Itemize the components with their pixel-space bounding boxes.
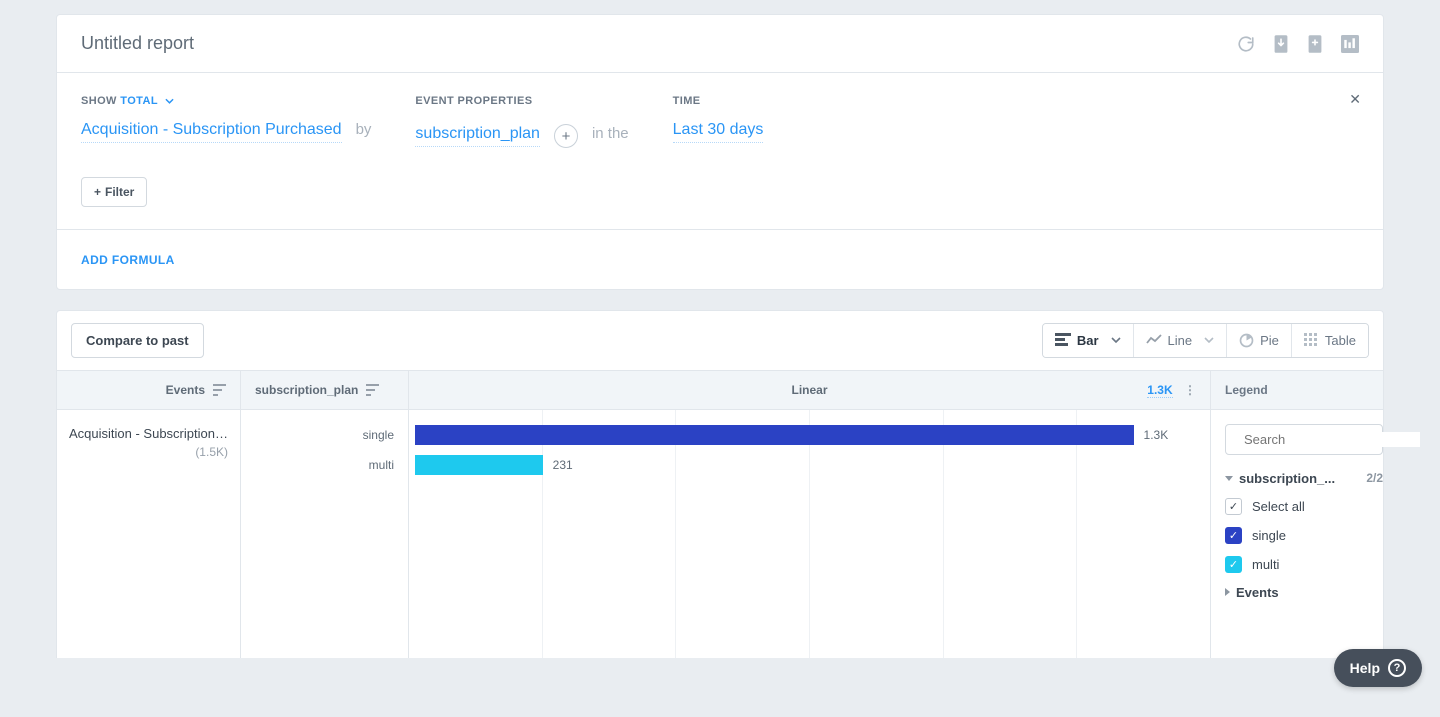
chevron-down-icon [165,98,174,104]
th-events-label: Events [166,383,205,397]
sort-icon [366,384,379,396]
time-token[interactable]: Last 30 days [673,121,764,143]
view-bar-button[interactable]: Bar [1043,324,1133,357]
property-column: single multi [241,410,409,658]
scale-max-link[interactable]: 1.3K [1147,383,1172,398]
by-word: by [356,121,372,138]
chart-bar-row[interactable]: 1.3K [415,420,1196,450]
bar-icon [1055,333,1071,347]
help-icon: ? [1388,659,1406,677]
property-token[interactable]: subscription_plan [415,125,540,147]
legend-item-label: single [1252,528,1286,543]
show-label-value: TOTAL [120,95,157,107]
th-property-label: subscription_plan [255,383,358,397]
view-line-label: Line [1168,333,1193,348]
chart-bar-value: 231 [553,458,573,472]
inthe-word: in the [592,125,629,142]
view-line-button[interactable]: Line [1133,324,1227,357]
chart-category-label: multi [241,450,394,480]
time-label: TIME [673,95,764,107]
formula-row: ADD FORMULA [57,229,1383,289]
chart-bar [415,425,1134,445]
kebab-icon[interactable]: ⋮ [1184,383,1196,397]
legend-select-all[interactable]: ✓ Select all [1225,498,1383,515]
legend-group-count: 2/2 [1366,471,1383,485]
th-linear: Linear 1.3K ⋮ [409,371,1211,409]
th-events[interactable]: Events [57,371,241,409]
legend-group-name: subscription_... [1239,471,1360,486]
legend-item-label: multi [1252,557,1279,572]
th-property[interactable]: subscription_plan [241,371,409,409]
checkbox-checked-icon: ✓ [1225,556,1242,573]
event-properties-label: EVENT PROPERTIES [415,95,628,107]
download-icon[interactable] [1273,35,1289,53]
svg-text:+: + [1357,46,1359,53]
chart-bar-row[interactable]: 231 [415,450,1196,480]
refresh-icon[interactable] [1237,35,1255,53]
sort-icon [213,384,226,396]
line-icon [1146,334,1162,346]
legend-search[interactable] [1225,424,1383,455]
dashboard-add-icon[interactable]: + [1341,35,1359,53]
report-title[interactable]: Untitled report [81,33,194,54]
chart-category-label: single [241,420,394,450]
legend-events-group[interactable]: Events [1225,585,1383,600]
event-token[interactable]: Acquisition - Subscription Purchased [81,121,342,143]
legend-search-input[interactable] [1244,432,1420,447]
bookmark-add-icon[interactable] [1307,35,1323,53]
legend-item[interactable]: ✓ single [1225,527,1383,544]
query-builder: ✕ SHOW TOTAL Acquisition - Subscription … [57,73,1383,147]
add-filter-button[interactable]: + Filter [81,177,147,207]
legend-events-group-label: Events [1236,585,1279,600]
view-pie-label: Pie [1260,333,1279,348]
chevron-down-icon [1111,337,1121,343]
show-column: SHOW TOTAL Acquisition - Subscription Pu… [81,95,371,143]
view-table-button[interactable]: Table [1291,324,1368,357]
triangle-down-icon [1225,476,1233,481]
triangle-right-icon [1225,588,1230,596]
add-property-button[interactable]: + [554,124,578,148]
filter-button-label: Filter [105,185,134,199]
show-label-prefix: SHOW [81,95,117,107]
checkbox-checked-icon: ✓ [1225,527,1242,544]
pie-icon [1239,333,1254,348]
chart-bar-value: 1.3K [1144,428,1169,442]
legend-item[interactable]: ✓ multi [1225,556,1383,573]
view-table-label: Table [1325,333,1356,348]
bars-column: 1.3K 231 [409,410,1211,658]
chart-body: Acquisition - Subscription ... (1.5K) si… [57,410,1383,658]
view-switch: Bar Line Pie Table [1042,323,1369,358]
show-label[interactable]: SHOW TOTAL [81,95,371,107]
help-label: Help [1350,660,1380,676]
th-linear-label: Linear [791,383,827,397]
event-properties-column: EVENT PROPERTIES subscription_plan + in … [415,95,628,147]
time-column: TIME Last 30 days [673,95,764,143]
legend-group-header[interactable]: subscription_... 2/2 [1225,471,1383,486]
chart-card: Compare to past Bar Line Pie [56,310,1384,658]
help-button[interactable]: Help ? [1334,649,1422,687]
table-icon [1304,333,1319,347]
event-row-count: (1.5K) [69,445,228,459]
event-row-name[interactable]: Acquisition - Subscription ... [69,426,228,441]
th-legend: Legend [1211,371,1383,409]
legend-select-all-label: Select all [1252,499,1305,514]
legend-column: subscription_... 2/2 ✓ Select all ✓ sing… [1211,410,1383,658]
chart-bar [415,455,543,475]
plus-icon: + [94,185,101,199]
chart-toolbar: Compare to past Bar Line Pie [57,311,1383,370]
chart-table-head: Events subscription_plan Linear 1.3K ⋮ [57,370,1383,410]
report-header: Untitled report + [57,15,1383,73]
header-actions: + [1237,35,1359,53]
checkbox-checked-icon: ✓ [1225,498,1242,515]
events-column: Acquisition - Subscription ... (1.5K) [57,410,241,658]
chevron-down-icon [1204,337,1214,343]
view-pie-button[interactable]: Pie [1226,324,1291,357]
view-bar-label: Bar [1077,333,1099,348]
close-icon[interactable]: ✕ [1349,91,1361,108]
compare-button[interactable]: Compare to past [71,323,204,358]
add-formula-button[interactable]: ADD FORMULA [81,253,175,267]
report-builder-card: Untitled report + ✕ [56,14,1384,290]
